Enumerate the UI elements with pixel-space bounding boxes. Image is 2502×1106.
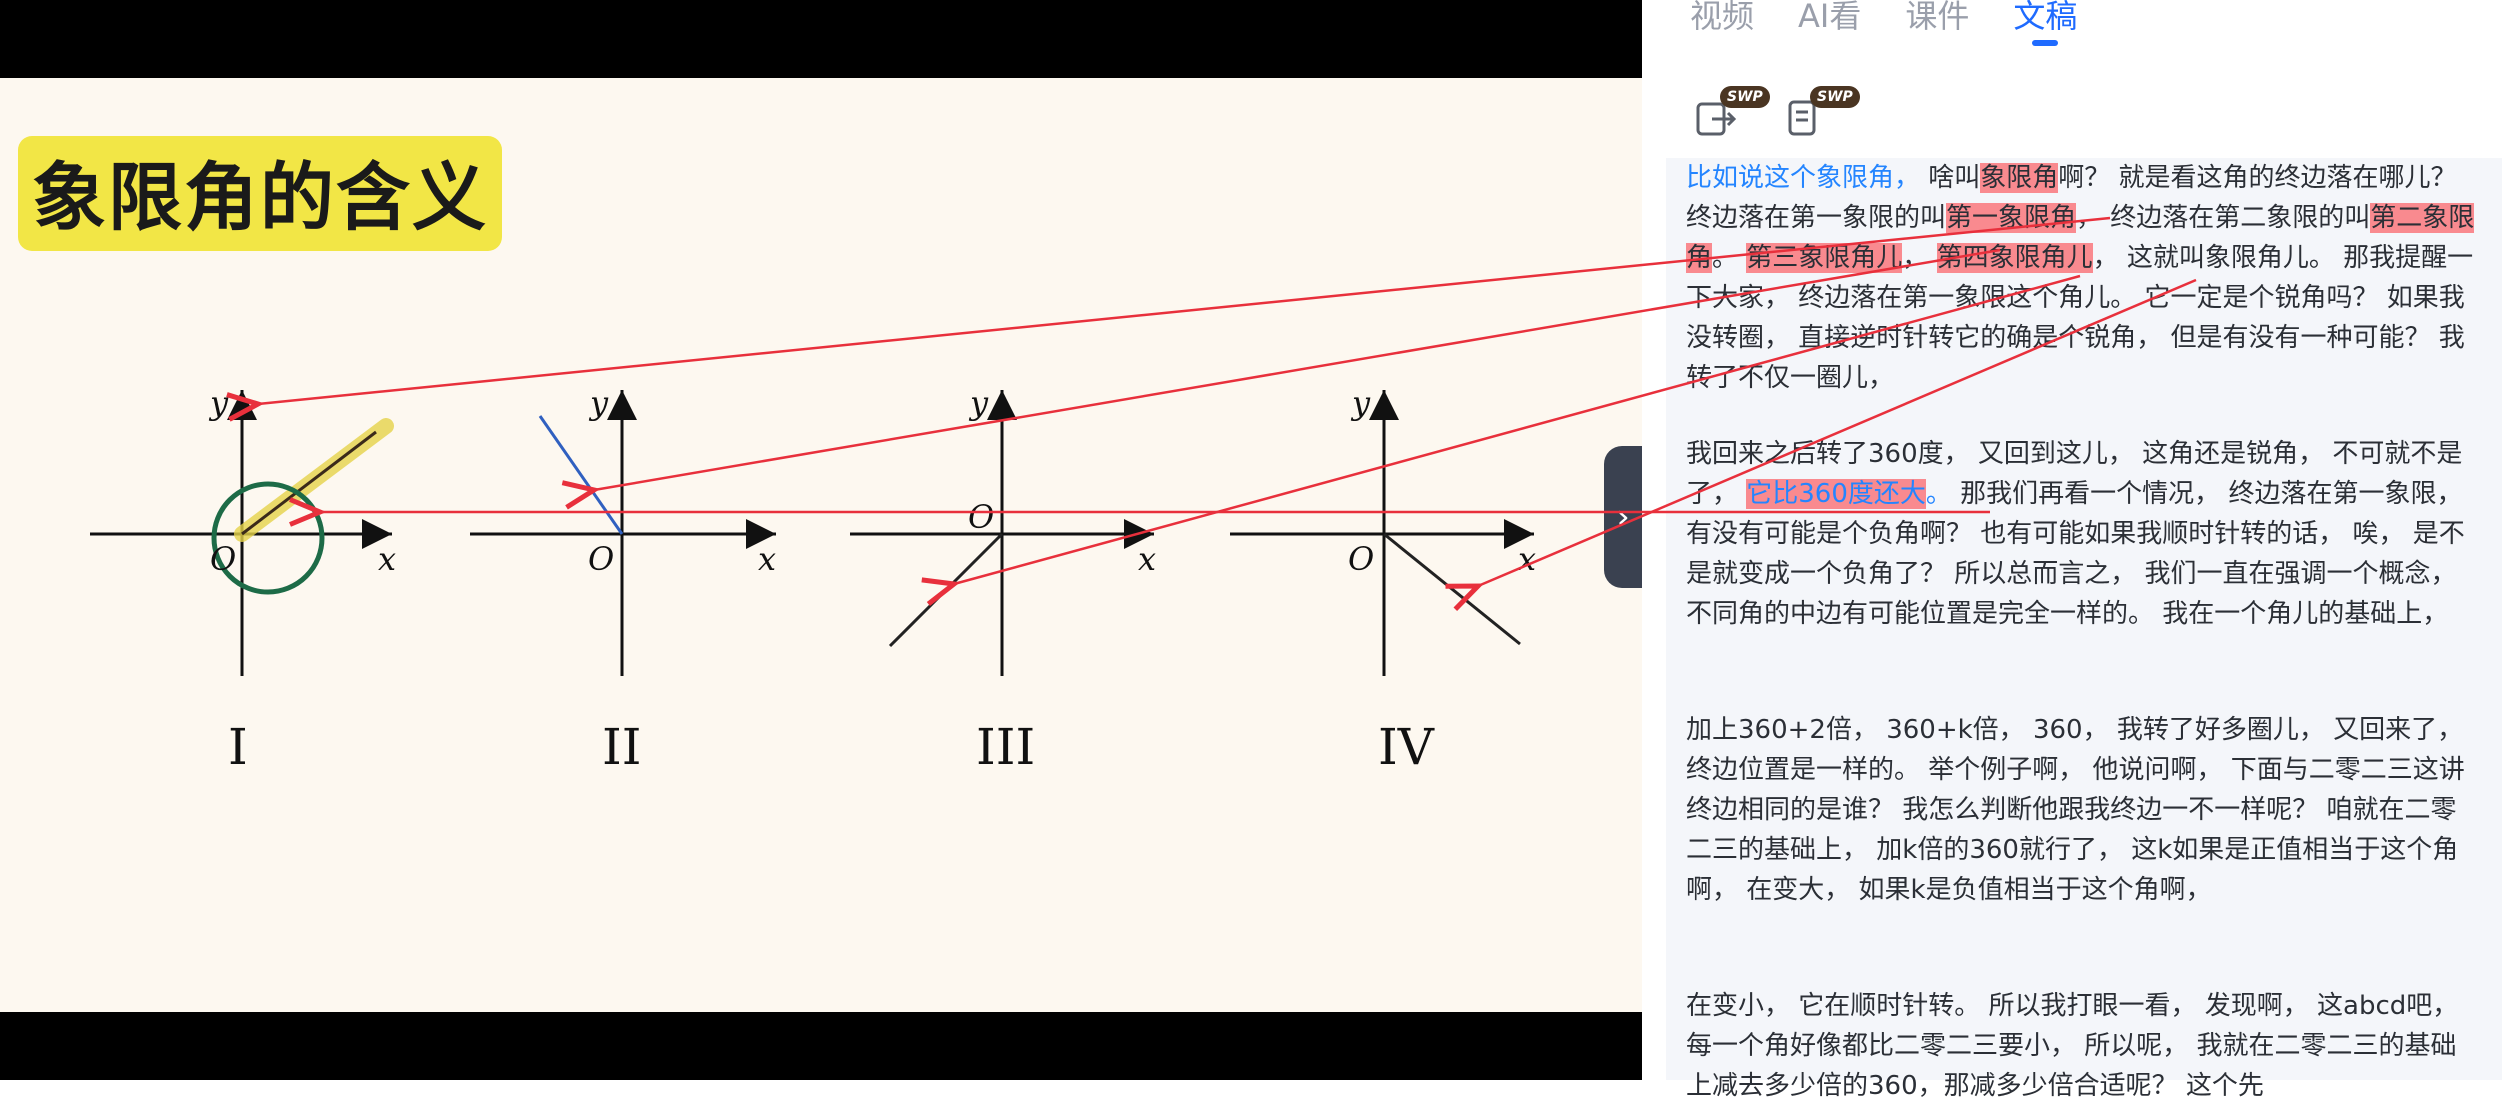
y-axis-label: y xyxy=(208,384,229,422)
panel-toggle-button[interactable]: › xyxy=(1604,446,1642,588)
panel-tabs: 视频 AI看 课件 文稿 xyxy=(1690,0,2078,46)
tab-video[interactable]: 视频 xyxy=(1690,0,1754,32)
document-button[interactable]: SWP xyxy=(1784,86,1860,142)
origin-label: O xyxy=(968,498,994,536)
quadrant-1-label: I xyxy=(228,718,248,776)
tab-transcript[interactable]: 文稿 xyxy=(2013,0,2078,46)
y-axis-label: y xyxy=(588,384,609,422)
y-axis-label: y xyxy=(1350,384,1371,422)
origin-label: O xyxy=(210,540,236,578)
highlight-term: 象限角 xyxy=(1980,163,2059,193)
x-axis-label: x xyxy=(758,540,776,578)
highlight-term: 第三象限角儿 xyxy=(1746,243,1903,273)
quadrant-4-label: IV xyxy=(1378,718,1435,776)
transcript-paragraph: 加上360+2倍， 360+k倍， 360， 我转了好多圈儿， 又回来了， 终边… xyxy=(1686,715,2465,905)
video-player[interactable]: 象限角的含义 x y O I x y O II x y O III x y O … xyxy=(0,0,1642,1080)
transcript-paragraph: 我回来之后转了360度， 又回到这儿， 这角还是锐角， 不可就不是了， 它比36… xyxy=(1686,434,2476,634)
quadrant-2-label: II xyxy=(602,718,642,776)
quadrant-4-diagram: x y O IV xyxy=(1230,384,1536,776)
swp-badge: SWP xyxy=(1810,86,1860,108)
transcript-text: 。 xyxy=(1712,243,1747,273)
tab-transcript-label: 文稿 xyxy=(2013,0,2078,35)
quadrant-3-diagram: x y O III xyxy=(850,384,1156,776)
origin-label: O xyxy=(588,540,614,578)
transcript-content[interactable]: 比如说这个象限角， 啥叫象限角啊？ 就是看这角的终边落在哪儿？ 终边落在第一象限… xyxy=(1666,158,2502,1101)
tab-ai-watch[interactable]: AI看 xyxy=(1798,0,1861,32)
highlight-term: 它比360度还大 xyxy=(1746,479,1926,509)
highlight-term: 第一象限角 xyxy=(1946,203,2077,233)
active-tab-indicator xyxy=(2032,40,2059,46)
right-panel: 视频 AI看 课件 文稿 SWP SWP 比如说这个象限角， 啥叫象限角啊？ 就… xyxy=(1642,0,2502,1101)
chevron-right-icon: › xyxy=(1616,497,1630,537)
x-axis-label: x xyxy=(1138,540,1156,578)
export-button[interactable]: SWP xyxy=(1694,86,1770,142)
transcript-paragraph: 在变小， 它在顺时针转。 所以我打眼一看， 发现啊， 这abcd吧， 每一个角好… xyxy=(1686,991,2459,1101)
quadrant-1-diagram: x y O I xyxy=(90,384,396,776)
swp-badge: SWP xyxy=(1720,86,1770,108)
quadrant-diagrams: x y O I x y O II x y O III x y O IV xyxy=(90,384,1536,776)
transcript-text: 。 xyxy=(1925,479,1952,509)
current-sentence[interactable]: 比如说这个象限角， xyxy=(1686,163,1920,193)
quadrant-2-diagram: x y O II xyxy=(470,384,776,776)
transcript-text: ， xyxy=(1902,243,1937,273)
x-axis-label: x xyxy=(378,540,396,578)
transcript-text: ， 终边落在第二象限的叫 xyxy=(2076,203,2371,233)
origin-label: O xyxy=(1348,540,1374,578)
quadrant-3-label: III xyxy=(976,718,1035,776)
transcript-text: 啥叫 xyxy=(1920,163,1981,193)
highlight-term: 第四象限角儿 xyxy=(1936,243,2093,273)
y-axis-label: y xyxy=(968,384,989,422)
transcript-paragraph: 比如说这个象限角， 啥叫象限角啊？ 就是看这角的终边落在哪儿？ 终边落在第一象限… xyxy=(1686,158,2476,398)
transcript-toolbar: SWP SWP xyxy=(1694,86,1860,142)
tab-courseware[interactable]: 课件 xyxy=(1905,0,1969,32)
x-axis-label: x xyxy=(1518,540,1536,578)
